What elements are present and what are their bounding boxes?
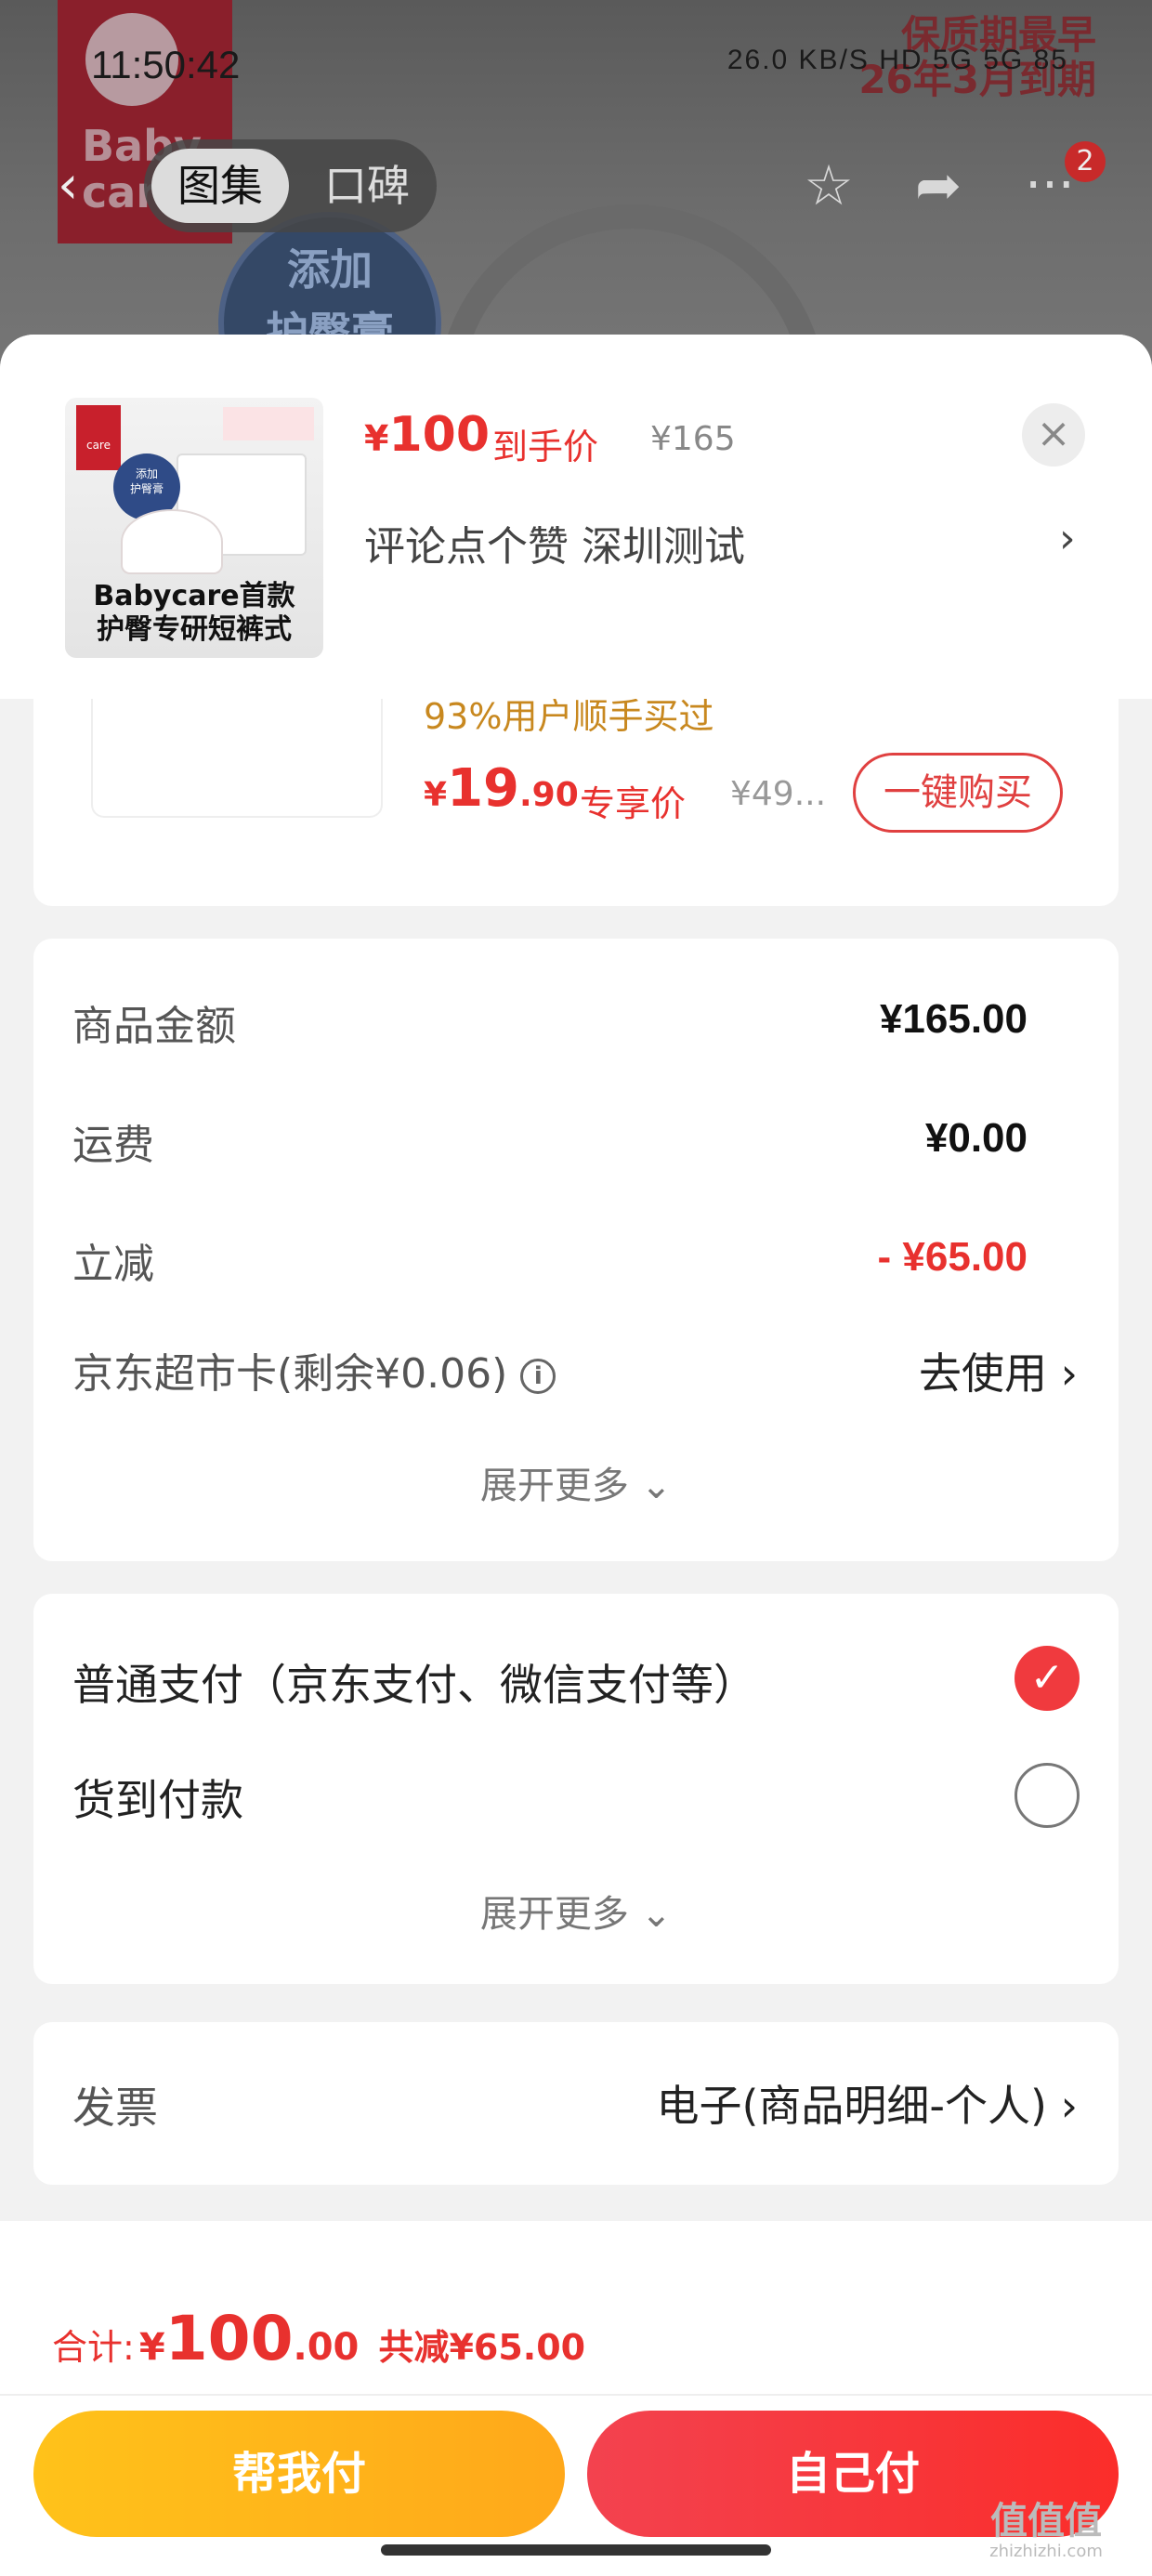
invoice-label: 发票: [72, 2083, 158, 2133]
footer-divider: [0, 2394, 1152, 2396]
upsell-price-int: 19: [447, 758, 519, 819]
back-chevron-icon[interactable]: ‹: [58, 156, 113, 216]
shipping-label: 运费: [72, 1122, 154, 1169]
subtotal-value: ¥165.00: [879, 996, 1028, 1042]
status-icons: 26.0 KB/S HD 5G 5G 85: [727, 45, 1068, 75]
notification-badge: 2: [1065, 141, 1106, 182]
status-time: 11:50:42: [91, 43, 241, 86]
original-price: ¥165: [650, 420, 736, 458]
watermark-text: 值值值: [990, 2500, 1102, 2543]
chevron-right-icon: ›: [1060, 2081, 1078, 2131]
tab-reviews[interactable]: 口碑: [302, 149, 432, 223]
invoice-value[interactable]: 电子(商品明细-个人) ›: [656, 2072, 1078, 2134]
invoice-type: 电子(商品明细-个人): [656, 2081, 1047, 2131]
expand-more-label: 展开更多: [479, 1893, 629, 1936]
upsell-original-price: ¥49...: [730, 775, 827, 813]
price-currency: ¥: [364, 418, 389, 459]
discount-value: - ¥65.00: [877, 1234, 1028, 1280]
close-icon: ×: [1036, 410, 1071, 457]
expand-more-label: 展开更多: [479, 1465, 629, 1507]
thumb-brand-logo: care: [76, 405, 121, 470]
supermarket-card-label: 京东超市卡(剩余¥0.06): [72, 1350, 508, 1398]
expand-more-amounts[interactable]: 展开更多 ⌄: [33, 1455, 1119, 1509]
upsell-price-dec: .90: [519, 776, 579, 814]
payment-method-card: 普通支付（京东支付、微信支付等） ✓ 货到付款 展开更多 ⌄: [33, 1594, 1119, 1984]
home-indicator[interactable]: [381, 2544, 771, 2556]
use-card-action[interactable]: 去使用 ›: [919, 1340, 1078, 1401]
final-price: ¥100: [364, 407, 490, 463]
upsell-price: ¥19.90: [424, 758, 579, 819]
total-label: 合计:: [52, 2327, 135, 2368]
final-price-label: 到手价: [492, 427, 599, 467]
total-saved: 共减¥65.00: [378, 2327, 586, 2368]
product-thumbnail: care 添加 护臀膏 Babycare首款 护臀专研短裤式: [65, 398, 323, 658]
price-number: 100: [388, 407, 490, 463]
shipping-value: ¥0.00: [924, 1115, 1028, 1161]
background-product-page: Baby care 保质期最早 26年3月到期 添加 护臀膏 11:50:42 …: [0, 0, 1152, 390]
total-currency: ¥: [138, 2326, 165, 2369]
subtotal-label: 商品金额: [72, 1003, 236, 1050]
tab-gallery[interactable]: 图集: [151, 149, 289, 223]
status-bar: 11:50:42 26.0 KB/S HD 5G 5G 85: [0, 37, 1152, 102]
thumb-diaper: [121, 509, 223, 574]
nav-actions: ☆ ➦ ··· 2: [790, 141, 1106, 223]
share-icon[interactable]: ➦: [901, 149, 975, 223]
watermark: 值值值 zhizhizhi.com: [953, 2500, 1139, 2561]
selected-spec[interactable]: 评论点个赞 深圳测试: [364, 513, 745, 572]
payment-option-cod[interactable]: 货到付款: [72, 1767, 243, 1828]
chevron-right-icon[interactable]: ›: [1059, 515, 1076, 562]
badge-line-1: 添加: [287, 244, 373, 295]
amount-summary-card: 商品金额 ¥165.00 运费 ¥0.00 立减 - ¥65.00 京东超市卡(…: [33, 939, 1119, 1561]
radio-checked-icon[interactable]: ✓: [1015, 1646, 1080, 1711]
discount-label: 立减: [72, 1241, 154, 1288]
total-int: 100: [164, 2303, 294, 2374]
use-card-label: 去使用: [918, 1348, 1047, 1399]
thumb-caption-line-1: Babycare首款: [93, 580, 295, 612]
expand-more-payments[interactable]: 展开更多 ⌄: [33, 1884, 1119, 1938]
chevron-right-icon: ›: [1060, 1348, 1078, 1399]
thumb-caption-line-2: 护臀专研短裤式: [97, 613, 292, 646]
help-me-pay-button[interactable]: 帮我付: [33, 2411, 565, 2537]
one-click-buy-button[interactable]: 一键购买: [853, 753, 1063, 833]
info-icon[interactable]: i: [520, 1359, 556, 1394]
chevron-down-icon: ⌄: [640, 1465, 673, 1507]
close-button[interactable]: ×: [1022, 403, 1085, 467]
radio-unchecked-icon[interactable]: [1015, 1763, 1080, 1828]
payment-option-standard[interactable]: 普通支付（京东支付、微信支付等）: [72, 1651, 756, 1713]
watermark-sub: zhizhizhi.com: [989, 2542, 1103, 2561]
sheet-header: care 添加 护臀膏 Babycare首款 护臀专研短裤式 ¥100 到手价 ¥…: [0, 335, 1152, 699]
chevron-down-icon: ⌄: [640, 1893, 673, 1936]
order-total: 合计: ¥100.00 共减¥65.00: [52, 2303, 585, 2374]
checkout-sheet: care 添加 护臀膏 Babycare首款 护臀专研短裤式 ¥100 到手价 ¥…: [0, 335, 1152, 2576]
thumb-promo-tag: [223, 407, 314, 440]
supermarket-card-row[interactable]: 京东超市卡(剩余¥0.06) i: [72, 1340, 556, 1400]
upsell-price-label: 专享价: [580, 783, 687, 824]
favorite-star-icon[interactable]: ☆: [792, 149, 866, 223]
upsell-price-currency: ¥: [424, 776, 448, 814]
top-navigation: ‹ 图集 口碑 ☆ ➦ ··· 2: [0, 139, 1152, 232]
thumb-caption: Babycare首款 护臀专研短裤式: [65, 580, 323, 647]
media-tab-switch: 图集 口碑: [144, 139, 437, 232]
invoice-card[interactable]: 发票 电子(商品明细-个人) ›: [33, 2022, 1119, 2185]
total-dec: .00: [293, 2326, 360, 2369]
